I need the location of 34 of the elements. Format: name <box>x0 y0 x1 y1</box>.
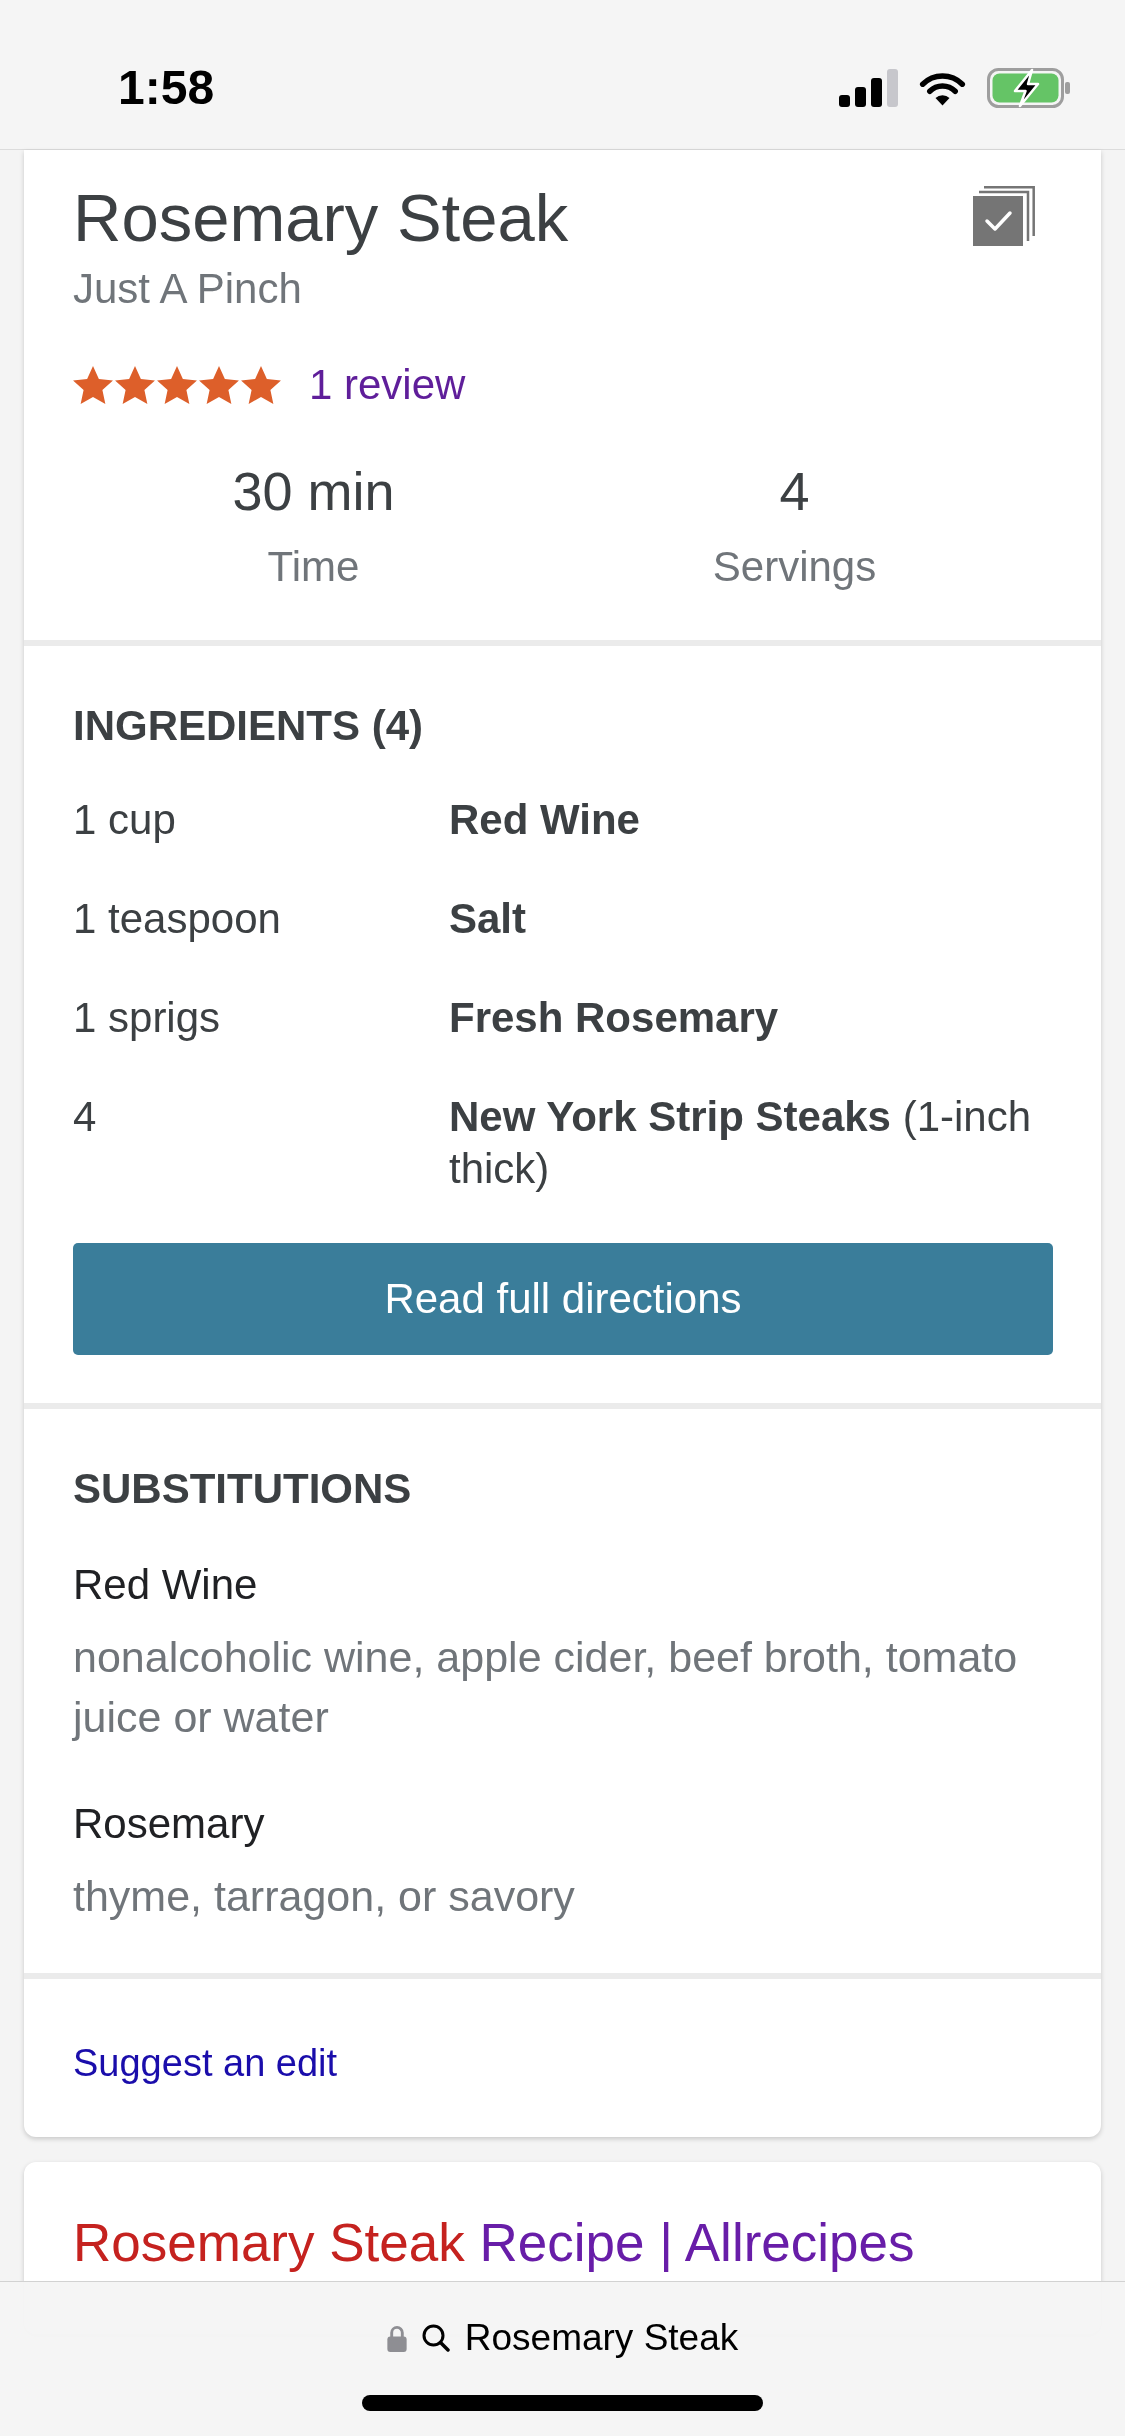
section-heading: SUBSTITUTIONS <box>73 1464 413 1514</box>
star-icon <box>199 366 239 404</box>
substitute-options: thyme, tarragon, or savory <box>73 1866 575 1926</box>
substitute-options: nonalcoholic wine, apple cider, beef broth, tomato juice or water <box>73 1627 1053 1747</box>
star-icon <box>115 366 155 404</box>
stat-value: 30 min <box>232 460 395 523</box>
star-icon <box>157 366 197 404</box>
ingredient-amount: 1 sprigs <box>73 993 221 1043</box>
suggest-edit-link[interactable]: Suggest an edit <box>73 2040 338 2086</box>
star-icon <box>241 366 281 404</box>
ingredient-amount: 4 <box>73 1092 97 1142</box>
stat-value: 4 <box>779 460 810 523</box>
substituted-ingredient: Rosemary <box>73 1799 265 1849</box>
address-button[interactable]: Rosemary Steak <box>386 2314 739 2362</box>
star-icon <box>73 366 113 404</box>
status-time: 1:58 <box>118 59 215 116</box>
ingredient-amount: 1 teaspoon <box>73 894 281 944</box>
reviews-link[interactable]: 1 review <box>309 360 466 410</box>
recipe-title: Rosemary Steak <box>73 180 569 256</box>
signal-icon <box>839 68 898 107</box>
battery-charging-icon <box>987 67 1070 108</box>
ingredient-amount: 1 cup <box>73 795 176 845</box>
ingredient-name: New York Strip Steaks (1-inch thick) <box>449 1092 1033 1194</box>
stat-label: Time <box>267 542 360 592</box>
read-directions-button[interactable]: Read full directions <box>73 1243 1053 1355</box>
ingredient-name: Fresh Rosemary <box>449 993 779 1043</box>
ingredient-name: Red Wine <box>449 795 640 845</box>
checked-square-stack-icon[interactable] <box>973 186 1035 246</box>
section-heading: INGREDIENTS (4) <box>73 701 425 751</box>
recipe-source: Just A Pinch <box>73 264 302 314</box>
search-icon <box>421 2324 450 2352</box>
ingredient-name: Salt <box>449 894 527 944</box>
stat-label: Servings <box>712 542 877 592</box>
substituted-ingredient: Red Wine <box>73 1560 258 1610</box>
